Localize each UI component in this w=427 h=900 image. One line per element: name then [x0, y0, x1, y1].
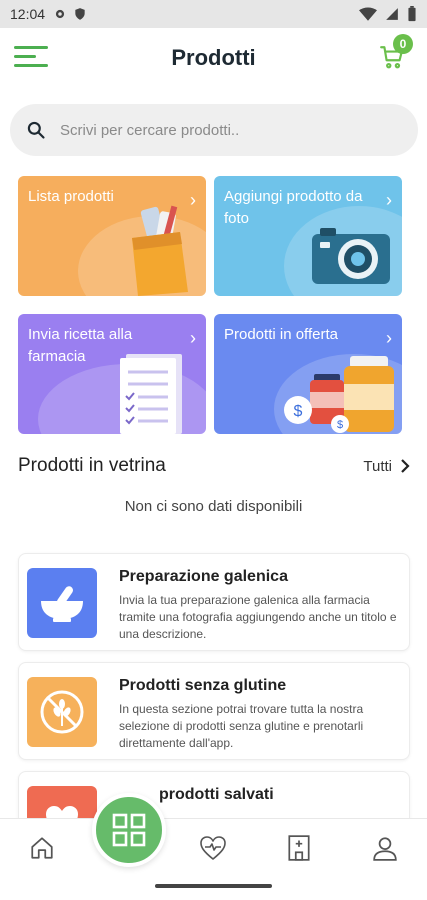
search-input[interactable]	[60, 121, 360, 139]
see-all-label: Tutti	[363, 457, 392, 475]
nav-home[interactable]	[22, 833, 62, 863]
card-icon-box	[27, 677, 97, 747]
signal-icon	[386, 8, 398, 20]
cart-count-badge: 0	[393, 34, 413, 54]
tile-prodotti-in-offerta[interactable]: Prodotti in offerta › $ $	[214, 314, 402, 434]
cart-button[interactable]: 0	[379, 34, 413, 72]
chevron-right-icon	[401, 459, 410, 473]
page-title: Prodotti	[171, 45, 256, 70]
tile-label: Prodotti in offerta	[224, 326, 338, 343]
card-title: prodotti salvati	[159, 786, 274, 803]
mortar-pestle-icon	[41, 586, 83, 622]
app-bar: Prodotti 0	[0, 28, 427, 88]
card-title: Preparazione galenica	[119, 568, 288, 585]
medicine-bottles-icon: $ $	[284, 356, 394, 433]
home-indicator	[155, 884, 272, 888]
home-icon	[31, 837, 53, 859]
chevron-right-icon: ›	[386, 190, 392, 210]
svg-text:$: $	[294, 403, 303, 420]
menu-button[interactable]	[14, 46, 50, 70]
card-prodotti-senza-glutine[interactable]: Prodotti senza glutine In questa sezione…	[18, 662, 410, 760]
chevron-right-icon: ›	[190, 328, 196, 348]
tile-invia-ricetta-alla-farmacia[interactable]: Invia ricetta alla farmacia ›	[18, 314, 206, 434]
empty-state-text: Non ci sono dati disponibili	[124, 498, 303, 515]
heart-pulse-icon	[200, 836, 226, 860]
section-title: Prodotti in vetrina	[18, 455, 166, 476]
card-icon-box	[27, 568, 97, 638]
chevron-right-icon: ›	[386, 328, 392, 348]
tile-label: Aggiungi prodotto da foto	[224, 188, 363, 227]
nav-pharmacy[interactable]	[279, 833, 319, 863]
menu-line-icon	[14, 64, 48, 67]
settings-gear-icon	[55, 9, 65, 19]
wifi-icon	[359, 7, 377, 21]
gluten-free-icon	[40, 690, 84, 734]
card-description: Invia la tua preparazione galenica alla …	[119, 593, 397, 641]
tile-label: Lista prodotti	[28, 188, 114, 205]
shopping-bag-icon	[132, 205, 188, 296]
chevron-right-icon: ›	[190, 190, 196, 210]
see-all-link[interactable]: Tutti	[363, 458, 410, 475]
camera-icon	[312, 228, 390, 284]
card-description: In questa sezione potrai trovare tutta l…	[119, 702, 364, 750]
tile-label: Invia ricetta alla farmacia	[28, 326, 133, 365]
nav-profile[interactable]	[365, 833, 405, 863]
shield-icon	[75, 8, 85, 20]
svg-text:$: $	[337, 419, 343, 431]
pharmacy-building-icon	[288, 835, 310, 861]
menu-line-icon	[14, 46, 48, 49]
search-icon	[27, 121, 45, 139]
status-time: 12:04	[10, 6, 46, 22]
status-bar: 12:04	[0, 0, 427, 28]
nav-health[interactable]	[193, 833, 233, 863]
search-bar[interactable]	[10, 104, 418, 156]
card-preparazione-galenica[interactable]: Preparazione galenica Invia la tua prepa…	[18, 553, 410, 651]
user-icon	[373, 837, 397, 861]
menu-line-icon	[14, 55, 36, 58]
tile-lista-prodotti[interactable]: Lista prodotti ›	[18, 176, 206, 296]
battery-icon	[408, 6, 416, 22]
grid-icon	[112, 813, 146, 847]
card-title: Prodotti senza glutine	[119, 677, 287, 694]
showcase-header: Prodotti in vetrina Tutti	[18, 452, 410, 480]
tile-aggiungi-prodotto-da-foto[interactable]: Aggiungi prodotto da foto ›	[214, 176, 402, 296]
nav-categories[interactable]	[92, 793, 166, 867]
